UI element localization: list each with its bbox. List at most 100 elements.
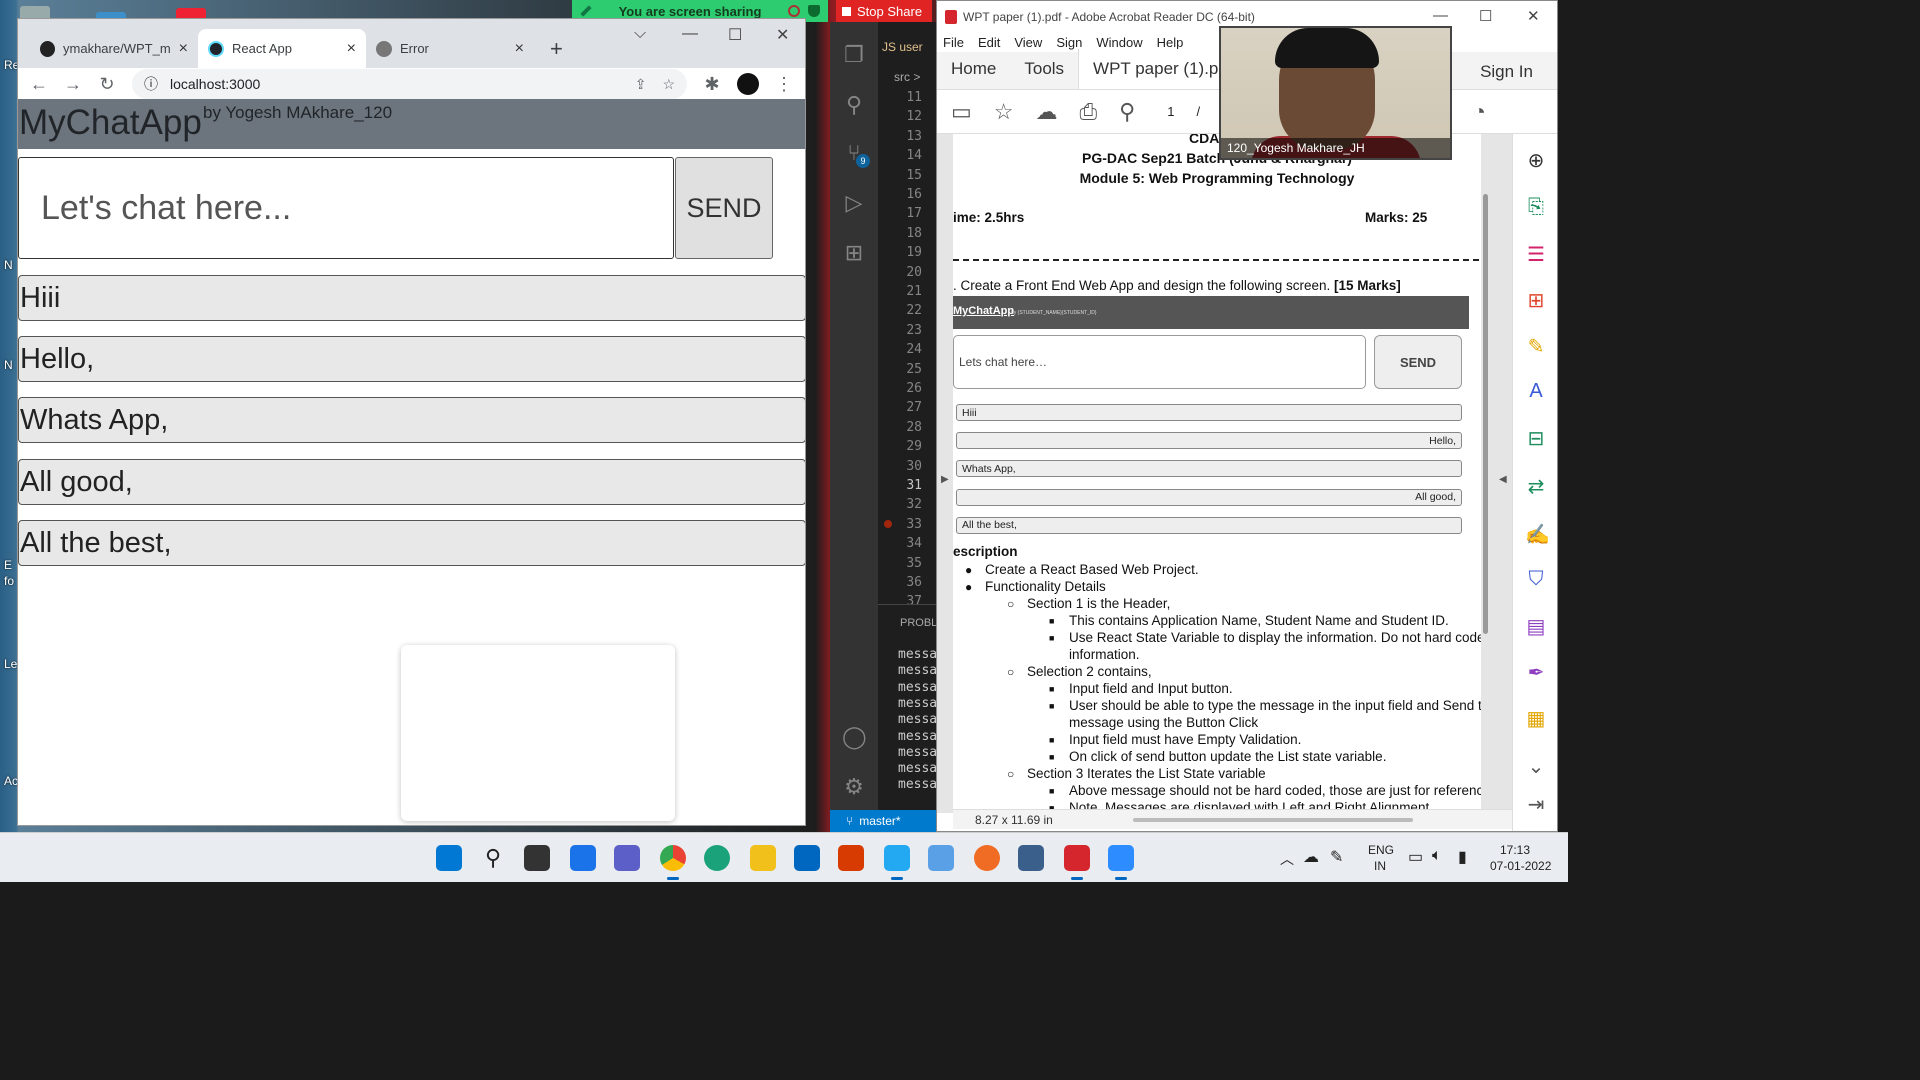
tab-github[interactable]: ymakhare/WPT_m × bbox=[30, 29, 198, 68]
send-button[interactable]: SEND bbox=[675, 157, 773, 259]
close-icon[interactable]: × bbox=[515, 40, 524, 58]
branch-name[interactable]: master* bbox=[859, 814, 900, 828]
maximize-button[interactable]: ☐ bbox=[728, 25, 742, 45]
more-tools-icon[interactable]: ▦ bbox=[1525, 706, 1547, 730]
menu-kebab-icon[interactable]: ⋮ bbox=[775, 74, 793, 95]
edge-icon[interactable] bbox=[704, 845, 730, 871]
minimize-button[interactable]: — bbox=[682, 25, 698, 43]
network-icon[interactable]: ▭ bbox=[1408, 847, 1423, 867]
postman-icon[interactable] bbox=[974, 845, 1000, 871]
menu-window[interactable]: Window bbox=[1096, 35, 1142, 50]
eclipse-icon[interactable] bbox=[1018, 845, 1044, 871]
notepad-icon[interactable] bbox=[928, 845, 954, 871]
panel-tab-problems[interactable]: PROBL bbox=[900, 617, 937, 629]
language-indicator[interactable]: ENG bbox=[1368, 843, 1394, 857]
profile-avatar[interactable] bbox=[737, 73, 759, 95]
url-text[interactable]: localhost:3000 bbox=[170, 76, 260, 92]
address-bar[interactable]: ⓘ localhost:3000 ⇪ ☆ bbox=[132, 69, 687, 99]
volume-icon[interactable]: 🔈︎ bbox=[1432, 847, 1442, 865]
create-pdf-icon[interactable]: ⊞ bbox=[1525, 288, 1547, 312]
chat-input[interactable]: Let's chat here... bbox=[18, 157, 674, 259]
tray-chevron-up-icon[interactable]: ︿ bbox=[1280, 849, 1294, 869]
extensions-icon[interactable]: ⊞ bbox=[842, 240, 866, 265]
onedrive-cloud-icon[interactable]: ☁ bbox=[1303, 847, 1319, 867]
bookmark-star-icon[interactable]: ☆ bbox=[994, 99, 1014, 125]
close-window-button[interactable]: ✕ bbox=[1527, 7, 1540, 25]
sign-in-link[interactable]: Sign In bbox=[1480, 62, 1533, 82]
tab-home[interactable]: Home bbox=[937, 59, 1010, 89]
chrome-icon[interactable] bbox=[660, 845, 686, 871]
menu-help[interactable]: Help bbox=[1157, 35, 1184, 50]
zoom-search-icon[interactable]: ⚲ bbox=[1119, 99, 1135, 125]
menu-sign[interactable]: Sign bbox=[1056, 35, 1082, 50]
office-icon[interactable] bbox=[838, 845, 864, 871]
battery-icon[interactable]: ▮ bbox=[1458, 847, 1467, 867]
collapse-right-icon[interactable]: ◀ bbox=[1499, 474, 1507, 485]
zoom-meeting-icon[interactable] bbox=[1108, 845, 1134, 871]
print-icon[interactable]: ⎙ bbox=[1080, 99, 1098, 125]
clock-date[interactable]: 07-01-2022 bbox=[1490, 859, 1551, 873]
zoom-icon[interactable]: ⊕ bbox=[1525, 148, 1547, 172]
file-explorer-icon[interactable] bbox=[750, 845, 776, 871]
close-icon[interactable]: × bbox=[179, 40, 188, 58]
search-icon[interactable]: ⚲ bbox=[842, 92, 866, 117]
protect-shield-icon[interactable]: ⛉ bbox=[1525, 568, 1547, 590]
tab-react-app[interactable]: React App × bbox=[198, 29, 366, 68]
extensions-icon[interactable]: ✱ bbox=[703, 74, 721, 95]
tab-search-icon[interactable]: ⌵ bbox=[634, 25, 646, 43]
menu-edit[interactable]: Edit bbox=[978, 35, 1000, 50]
explorer-icon[interactable]: ❐ bbox=[842, 42, 866, 67]
annotate-icon[interactable] bbox=[580, 5, 592, 17]
fill-sign-icon[interactable]: ✍ bbox=[1525, 522, 1550, 546]
region-indicator[interactable]: IN bbox=[1374, 859, 1386, 873]
widgets-icon[interactable] bbox=[570, 845, 596, 871]
account-icon[interactable]: ◯ bbox=[842, 724, 867, 749]
translate-icon[interactable]: A bbox=[1525, 380, 1547, 402]
menu-view[interactable]: View bbox=[1014, 35, 1042, 50]
record-icon[interactable] bbox=[788, 5, 800, 17]
collapse-pane-icon[interactable]: ⇥ bbox=[1525, 792, 1547, 816]
tab-tools[interactable]: Tools bbox=[1010, 59, 1078, 89]
task-view-icon[interactable] bbox=[524, 845, 550, 871]
menu-file[interactable]: File bbox=[943, 35, 964, 50]
expand-left-icon[interactable]: ▶ bbox=[941, 474, 949, 485]
pen-tray-icon[interactable]: ✎ bbox=[1330, 847, 1343, 867]
reload-icon[interactable]: ↻ bbox=[98, 74, 116, 95]
store-icon[interactable] bbox=[794, 845, 820, 871]
clock-time[interactable]: 17:13 bbox=[1500, 843, 1530, 857]
page-number-input[interactable]: 1 bbox=[1167, 104, 1174, 119]
compress-icon[interactable]: ⊟ bbox=[1525, 426, 1547, 450]
save-icon[interactable]: ▭ bbox=[951, 99, 972, 125]
breadcrumb[interactable]: src > bbox=[894, 70, 920, 84]
minimize-button[interactable]: — bbox=[1433, 7, 1448, 24]
account-icon[interactable]: ◔ bbox=[1473, 99, 1486, 125]
chevron-down-icon[interactable]: ⌄ bbox=[1525, 754, 1547, 778]
upload-cloud-icon[interactable]: ☁ bbox=[1036, 99, 1058, 125]
close-window-button[interactable]: ✕ bbox=[776, 25, 789, 45]
maximize-button[interactable]: ☐ bbox=[1479, 7, 1492, 25]
export-pdf-icon[interactable]: ⎘ bbox=[1525, 196, 1547, 218]
search-icon[interactable]: ⚲ bbox=[480, 845, 506, 871]
tab-error[interactable]: Error × bbox=[366, 29, 534, 68]
tab-document[interactable]: WPT paper (1).p bbox=[1078, 49, 1234, 89]
convert-icon[interactable]: ⇄ bbox=[1525, 474, 1547, 498]
horizontal-scrollbar[interactable] bbox=[1133, 818, 1413, 822]
share-icon[interactable]: ⇪ bbox=[635, 76, 647, 93]
acrobat-icon[interactable] bbox=[1064, 845, 1090, 871]
stop-share-button[interactable]: Stop Share bbox=[836, 0, 932, 22]
new-tab-button[interactable]: + bbox=[540, 29, 573, 68]
settings-gear-icon[interactable]: ⚙ bbox=[842, 774, 866, 799]
webcam-video-tile[interactable]: 120_Yogesh Makhare_JH bbox=[1219, 26, 1452, 160]
shield-icon[interactable] bbox=[808, 5, 820, 17]
edit-pdf-icon[interactable]: ▤ bbox=[1525, 614, 1547, 638]
vertical-scrollbar[interactable] bbox=[1483, 194, 1488, 634]
vscode-icon[interactable] bbox=[884, 845, 910, 871]
breakpoint-icon[interactable] bbox=[884, 520, 892, 528]
sign-pen-icon[interactable]: ✒ bbox=[1525, 660, 1547, 684]
back-icon[interactable]: ← bbox=[30, 74, 48, 95]
close-icon[interactable]: × bbox=[347, 40, 356, 58]
editor-tab[interactable]: JS user bbox=[882, 40, 923, 54]
run-debug-icon[interactable]: ▷ bbox=[842, 190, 866, 215]
info-icon[interactable]: ⓘ bbox=[144, 74, 158, 94]
teams-chat-icon[interactable] bbox=[614, 845, 640, 871]
